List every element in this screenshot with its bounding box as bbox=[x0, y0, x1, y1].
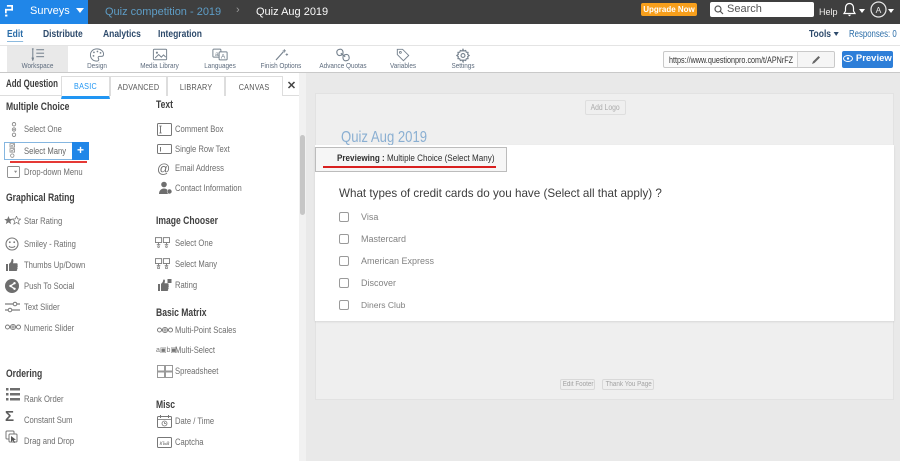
svg-text:a: a bbox=[215, 51, 219, 58]
svg-text:A: A bbox=[221, 54, 226, 61]
svg-text:A: A bbox=[876, 5, 882, 15]
svg-text:къв: къв bbox=[160, 440, 170, 446]
